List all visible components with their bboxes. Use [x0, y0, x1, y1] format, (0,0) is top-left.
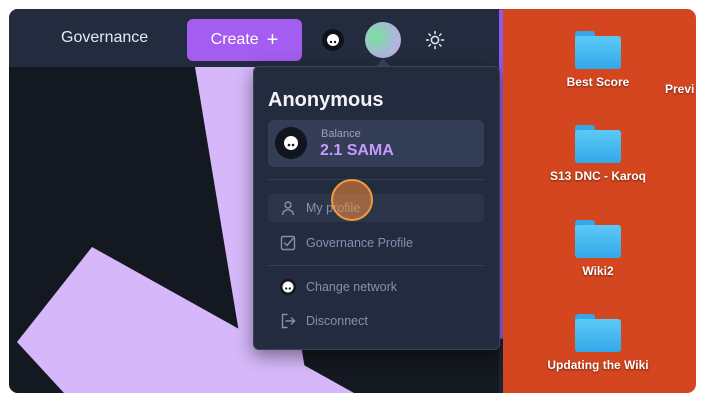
folder-icon [575, 125, 621, 163]
create-button-label: Create [210, 31, 259, 48]
sun-icon[interactable] [425, 30, 445, 50]
nav-governance-link[interactable]: Governance [61, 29, 148, 47]
folder-label: Best Score [566, 75, 630, 89]
menu-item-my-profile[interactable]: My profile [268, 194, 484, 222]
user-avatar-button[interactable] [365, 22, 401, 58]
plus-icon: + [266, 29, 279, 51]
top-navbar: Governance Create + [9, 9, 503, 67]
token-icon [275, 127, 307, 159]
folder-label: Updating the Wiki [547, 358, 649, 372]
menu-item-label: Governance Profile [306, 236, 414, 250]
checkbox-icon [278, 233, 298, 253]
user-icon [278, 198, 298, 218]
network-icon [278, 277, 298, 297]
folder-icon [575, 31, 621, 69]
dropdown-title: Anonymous [268, 89, 384, 111]
desktop-folder-updating-the-wiki[interactable]: Updating the Wiki [538, 314, 658, 372]
balance-card: Balance 2.1 SAMA [268, 120, 484, 167]
balance-value: 2.1 SAMA [320, 142, 394, 159]
divider [268, 179, 484, 180]
folder-label: Wiki2 [582, 264, 614, 278]
desktop-folder-wiki2[interactable]: Wiki2 [538, 220, 658, 278]
menu-item-label: Disconnect [306, 314, 368, 328]
desktop-folder-s13-dnc-karoq[interactable]: S13 DNC - Karoq [538, 125, 658, 183]
balance-label: Balance [321, 128, 361, 140]
screen-frame: Governance Create + Anonymous Balance 2.… [9, 9, 696, 393]
desktop-item-partial-label[interactable]: Previ [665, 82, 694, 96]
click-indicator [331, 179, 373, 221]
menu-item-change-network[interactable]: Change network [268, 273, 484, 301]
app-window: Governance Create + Anonymous Balance 2.… [9, 9, 503, 393]
divider [268, 265, 484, 266]
network-icon[interactable] [322, 29, 344, 51]
folder-label: S13 DNC - Karoq [549, 169, 647, 183]
logout-icon [278, 311, 298, 331]
menu-item-label: Change network [306, 280, 398, 294]
account-dropdown: Anonymous Balance 2.1 SAMA My profile [253, 66, 500, 350]
folder-icon [575, 314, 621, 352]
create-button[interactable]: Create + [187, 19, 302, 61]
folder-icon [575, 220, 621, 258]
menu-item-governance-profile[interactable]: Governance Profile [268, 229, 484, 257]
desktop-folder-best-score[interactable]: Best Score [538, 31, 658, 89]
menu-item-disconnect[interactable]: Disconnect [268, 307, 484, 335]
